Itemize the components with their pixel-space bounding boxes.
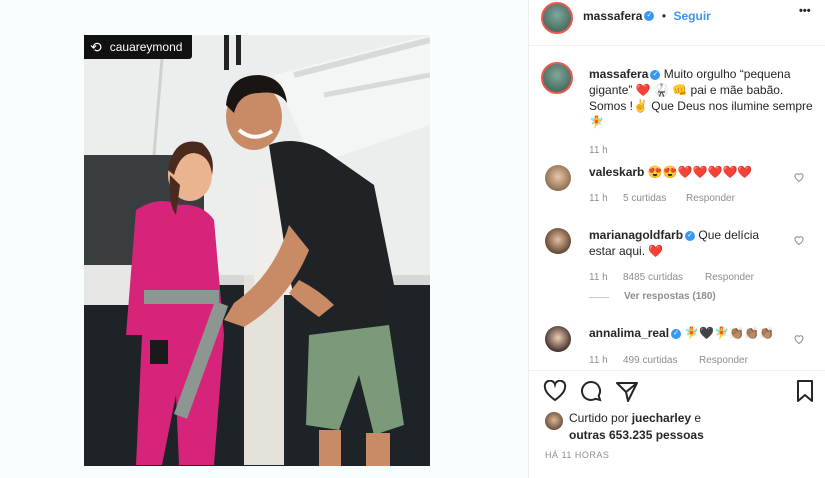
comment-username[interactable]: annalima_real <box>589 326 669 340</box>
repost-icon: ⟲ <box>90 39 102 55</box>
comment: marianagoldfarb ✓ Que delícia estar aqui.… <box>589 227 789 259</box>
liked-by-user[interactable]: juecharley <box>632 411 691 425</box>
caption-avatar[interactable] <box>541 62 573 94</box>
comment-likes[interactable]: 8485 curtidas <box>623 272 683 283</box>
like-icon[interactable] <box>543 380 567 402</box>
replies-divider <box>589 297 609 298</box>
liked-by-mid: e <box>691 411 702 425</box>
caption-time: 11 h <box>589 145 608 156</box>
caption-username[interactable]: massafera <box>589 67 648 81</box>
photo-scene <box>84 35 430 466</box>
caption: massafera ✓ Muito orgulho “pequena gigant… <box>589 66 813 130</box>
bookmark-icon[interactable] <box>795 379 815 403</box>
actions-divider <box>529 370 825 371</box>
post-sidebar: massafera ✓ • Seguir ••• massafera ✓ Muito… <box>528 0 825 478</box>
like-comment-icon[interactable] <box>793 234 805 246</box>
separator-dot: • <box>661 9 667 23</box>
like-comment-icon[interactable] <box>793 171 805 183</box>
comment-time: 11 h <box>589 355 608 366</box>
commenter-avatar[interactable] <box>545 165 571 191</box>
comment: annalima_real ✓ 🧚🖤🧚👏🏽👏🏽👏🏽 <box>589 325 789 341</box>
commenter-avatar[interactable] <box>545 228 571 254</box>
comment-username[interactable]: marianagoldfarb <box>589 228 683 242</box>
liker-avatar[interactable] <box>545 412 563 430</box>
more-options-icon[interactable]: ••• <box>799 5 811 17</box>
repost-badge: ⟲ cauareymond <box>84 35 193 59</box>
liked-by: Curtido por juecharley e <box>569 410 809 426</box>
comment-reply[interactable]: Responder <box>686 193 735 204</box>
view-replies-button[interactable]: Ver respostas (180) <box>624 291 716 302</box>
comment-reply[interactable]: Responder <box>705 272 754 283</box>
post-timestamp[interactable]: HÁ 11 HORAS <box>545 450 609 460</box>
author-username[interactable]: massafera <box>583 9 642 23</box>
verified-icon: ✓ <box>650 69 661 80</box>
follow-button[interactable]: Seguir <box>674 9 711 23</box>
post-header: massafera ✓ • Seguir ••• <box>529 0 825 46</box>
post-photo[interactable]: ⟲ cauareymond <box>84 35 430 466</box>
verified-icon: ✓ <box>671 328 682 339</box>
comment-username[interactable]: valeskarb <box>589 165 644 179</box>
comment-text: 😍😍❤️❤️❤️❤️❤️ <box>647 165 753 179</box>
share-icon[interactable] <box>615 380 639 402</box>
author-avatar[interactable] <box>541 2 573 34</box>
comment-time: 11 h <box>589 272 608 283</box>
comment: valeskarb 😍😍❤️❤️❤️❤️❤️ <box>589 164 789 180</box>
comment-likes[interactable]: 499 curtidas <box>623 355 677 366</box>
like-comment-icon[interactable] <box>793 333 805 345</box>
comment-time: 11 h <box>589 193 608 204</box>
commenter-avatar[interactable] <box>545 326 571 352</box>
repost-username: cauareymond <box>109 40 183 54</box>
verified-icon: ✓ <box>644 10 655 21</box>
comment-text: 🧚🖤🧚👏🏽👏🏽👏🏽 <box>684 326 775 340</box>
verified-icon: ✓ <box>685 230 696 241</box>
media-pane: ⟲ cauareymond <box>0 0 528 478</box>
liked-by-others[interactable]: outras 653.235 pessoas <box>569 427 704 443</box>
comment-likes[interactable]: 5 curtidas <box>623 193 666 204</box>
comment-icon[interactable] <box>579 380 603 402</box>
comment-reply[interactable]: Responder <box>699 355 748 366</box>
liked-by-prefix: Curtido por <box>569 411 632 425</box>
